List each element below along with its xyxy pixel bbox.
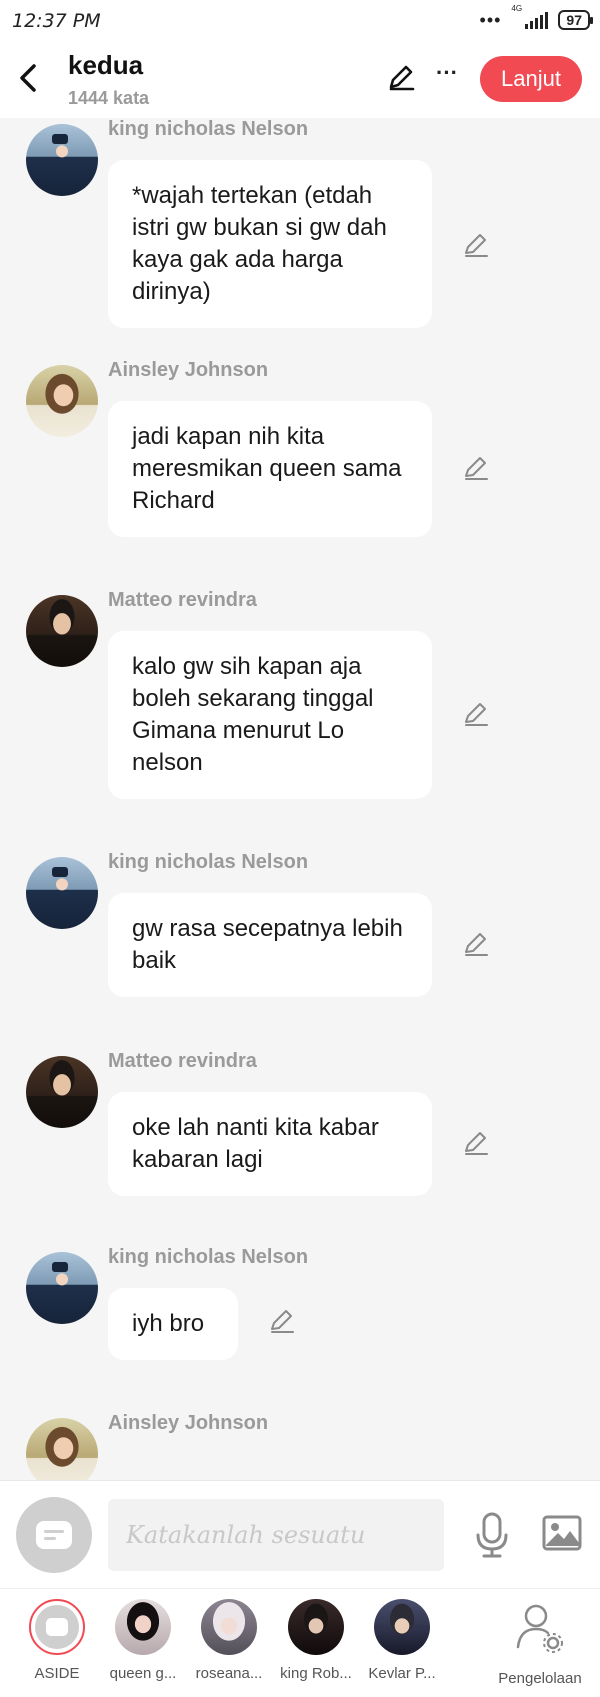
avatar[interactable] bbox=[26, 124, 98, 196]
edit-message-icon[interactable] bbox=[462, 230, 490, 258]
signal-icon: 4G bbox=[511, 5, 549, 29]
status-bar: 12:37 PM ••• 4G 97 bbox=[0, 0, 600, 44]
character-label: roseana... bbox=[195, 1665, 263, 1682]
character-king-rob[interactable]: king Rob... bbox=[271, 1599, 361, 1682]
message-bubble[interactable]: kalo gw sih kapan aja boleh sekarang tin… bbox=[108, 631, 432, 799]
notification-dots-icon: ••• bbox=[479, 10, 502, 30]
status-icons: ••• 4G 97 bbox=[479, 5, 593, 30]
character-label: ASIDE bbox=[34, 1665, 80, 1682]
message-bubble[interactable]: oke lah nanti kita kabar kabaran lagi bbox=[108, 1092, 432, 1196]
sender-name: king nicholas Nelson bbox=[108, 1246, 309, 1268]
manage-characters-button[interactable]: Pengelolaan bbox=[484, 1599, 596, 1687]
avatar[interactable] bbox=[26, 1252, 98, 1324]
sender-name: Ainsley Johnson bbox=[108, 359, 269, 381]
avatar bbox=[288, 1599, 344, 1655]
avatar[interactable] bbox=[26, 1418, 98, 1480]
character-label: Kevlar P... bbox=[368, 1665, 436, 1682]
input-bar bbox=[0, 1480, 600, 1588]
next-button[interactable]: Lanjut bbox=[480, 56, 582, 102]
message-bubble[interactable]: jadi kapan nih kita meresmikan queen sam… bbox=[108, 401, 432, 537]
top-bar: kedua 1444 kata ··· Lanjut bbox=[0, 44, 600, 118]
character-kevlar[interactable]: Kevlar P... bbox=[357, 1599, 447, 1682]
message-bubble[interactable]: gw rasa secepatnya lebih baik bbox=[108, 893, 432, 997]
microphone-icon[interactable] bbox=[474, 1511, 510, 1559]
sender-name: Ainsley Johnson bbox=[108, 1412, 269, 1434]
edit-title-icon[interactable] bbox=[386, 62, 416, 92]
more-options-icon[interactable]: ··· bbox=[434, 62, 460, 92]
chat-mode-button[interactable] bbox=[16, 1497, 92, 1573]
chat-list[interactable]: king nicholas Nelson *wajah tertekan (et… bbox=[0, 118, 600, 1480]
character-roseana[interactable]: roseana... bbox=[184, 1599, 274, 1682]
character-aside[interactable]: ASIDE bbox=[12, 1599, 102, 1682]
avatar bbox=[201, 1599, 257, 1655]
aside-icon bbox=[29, 1599, 85, 1655]
message-bubble[interactable]: iyh bro bbox=[108, 1288, 238, 1360]
avatar[interactable] bbox=[26, 857, 98, 929]
sender-name: Matteo revindra bbox=[108, 1050, 257, 1072]
page-title: kedua bbox=[68, 50, 144, 80]
avatar bbox=[115, 1599, 171, 1655]
sender-name: Matteo revindra bbox=[108, 589, 257, 611]
character-queen[interactable]: queen g... bbox=[98, 1599, 188, 1682]
character-bar: ASIDE queen g... roseana... king Rob... … bbox=[0, 1588, 600, 1697]
message-input[interactable] bbox=[108, 1499, 444, 1571]
battery-icon: 97 bbox=[558, 10, 593, 30]
character-label: king Rob... bbox=[280, 1665, 352, 1682]
edit-message-icon[interactable] bbox=[462, 929, 490, 957]
edit-message-icon[interactable] bbox=[462, 699, 490, 727]
image-icon[interactable] bbox=[542, 1515, 582, 1551]
message-bubble[interactable]: *wajah tertekan (etdah istri gw bukan si… bbox=[108, 160, 432, 328]
edit-message-icon[interactable] bbox=[462, 453, 490, 481]
user-settings-icon bbox=[516, 1604, 563, 1653]
avatar[interactable] bbox=[26, 365, 98, 437]
character-label: queen g... bbox=[109, 1665, 177, 1682]
avatar[interactable] bbox=[26, 1056, 98, 1128]
word-count: 1444 kata bbox=[68, 88, 150, 108]
edit-message-icon[interactable] bbox=[462, 1128, 490, 1156]
chat-bubble-icon bbox=[36, 1521, 72, 1549]
back-arrow-icon[interactable] bbox=[14, 60, 42, 96]
avatar[interactable] bbox=[26, 595, 98, 667]
network-type: 4G bbox=[511, 4, 523, 13]
avatar bbox=[374, 1599, 430, 1655]
sender-name: king nicholas Nelson bbox=[108, 118, 309, 140]
edit-message-icon[interactable] bbox=[268, 1306, 296, 1334]
character-label: Pengelolaan bbox=[498, 1670, 582, 1687]
sender-name: king nicholas Nelson bbox=[108, 851, 309, 873]
status-time: 12:37 PM bbox=[12, 10, 101, 32]
